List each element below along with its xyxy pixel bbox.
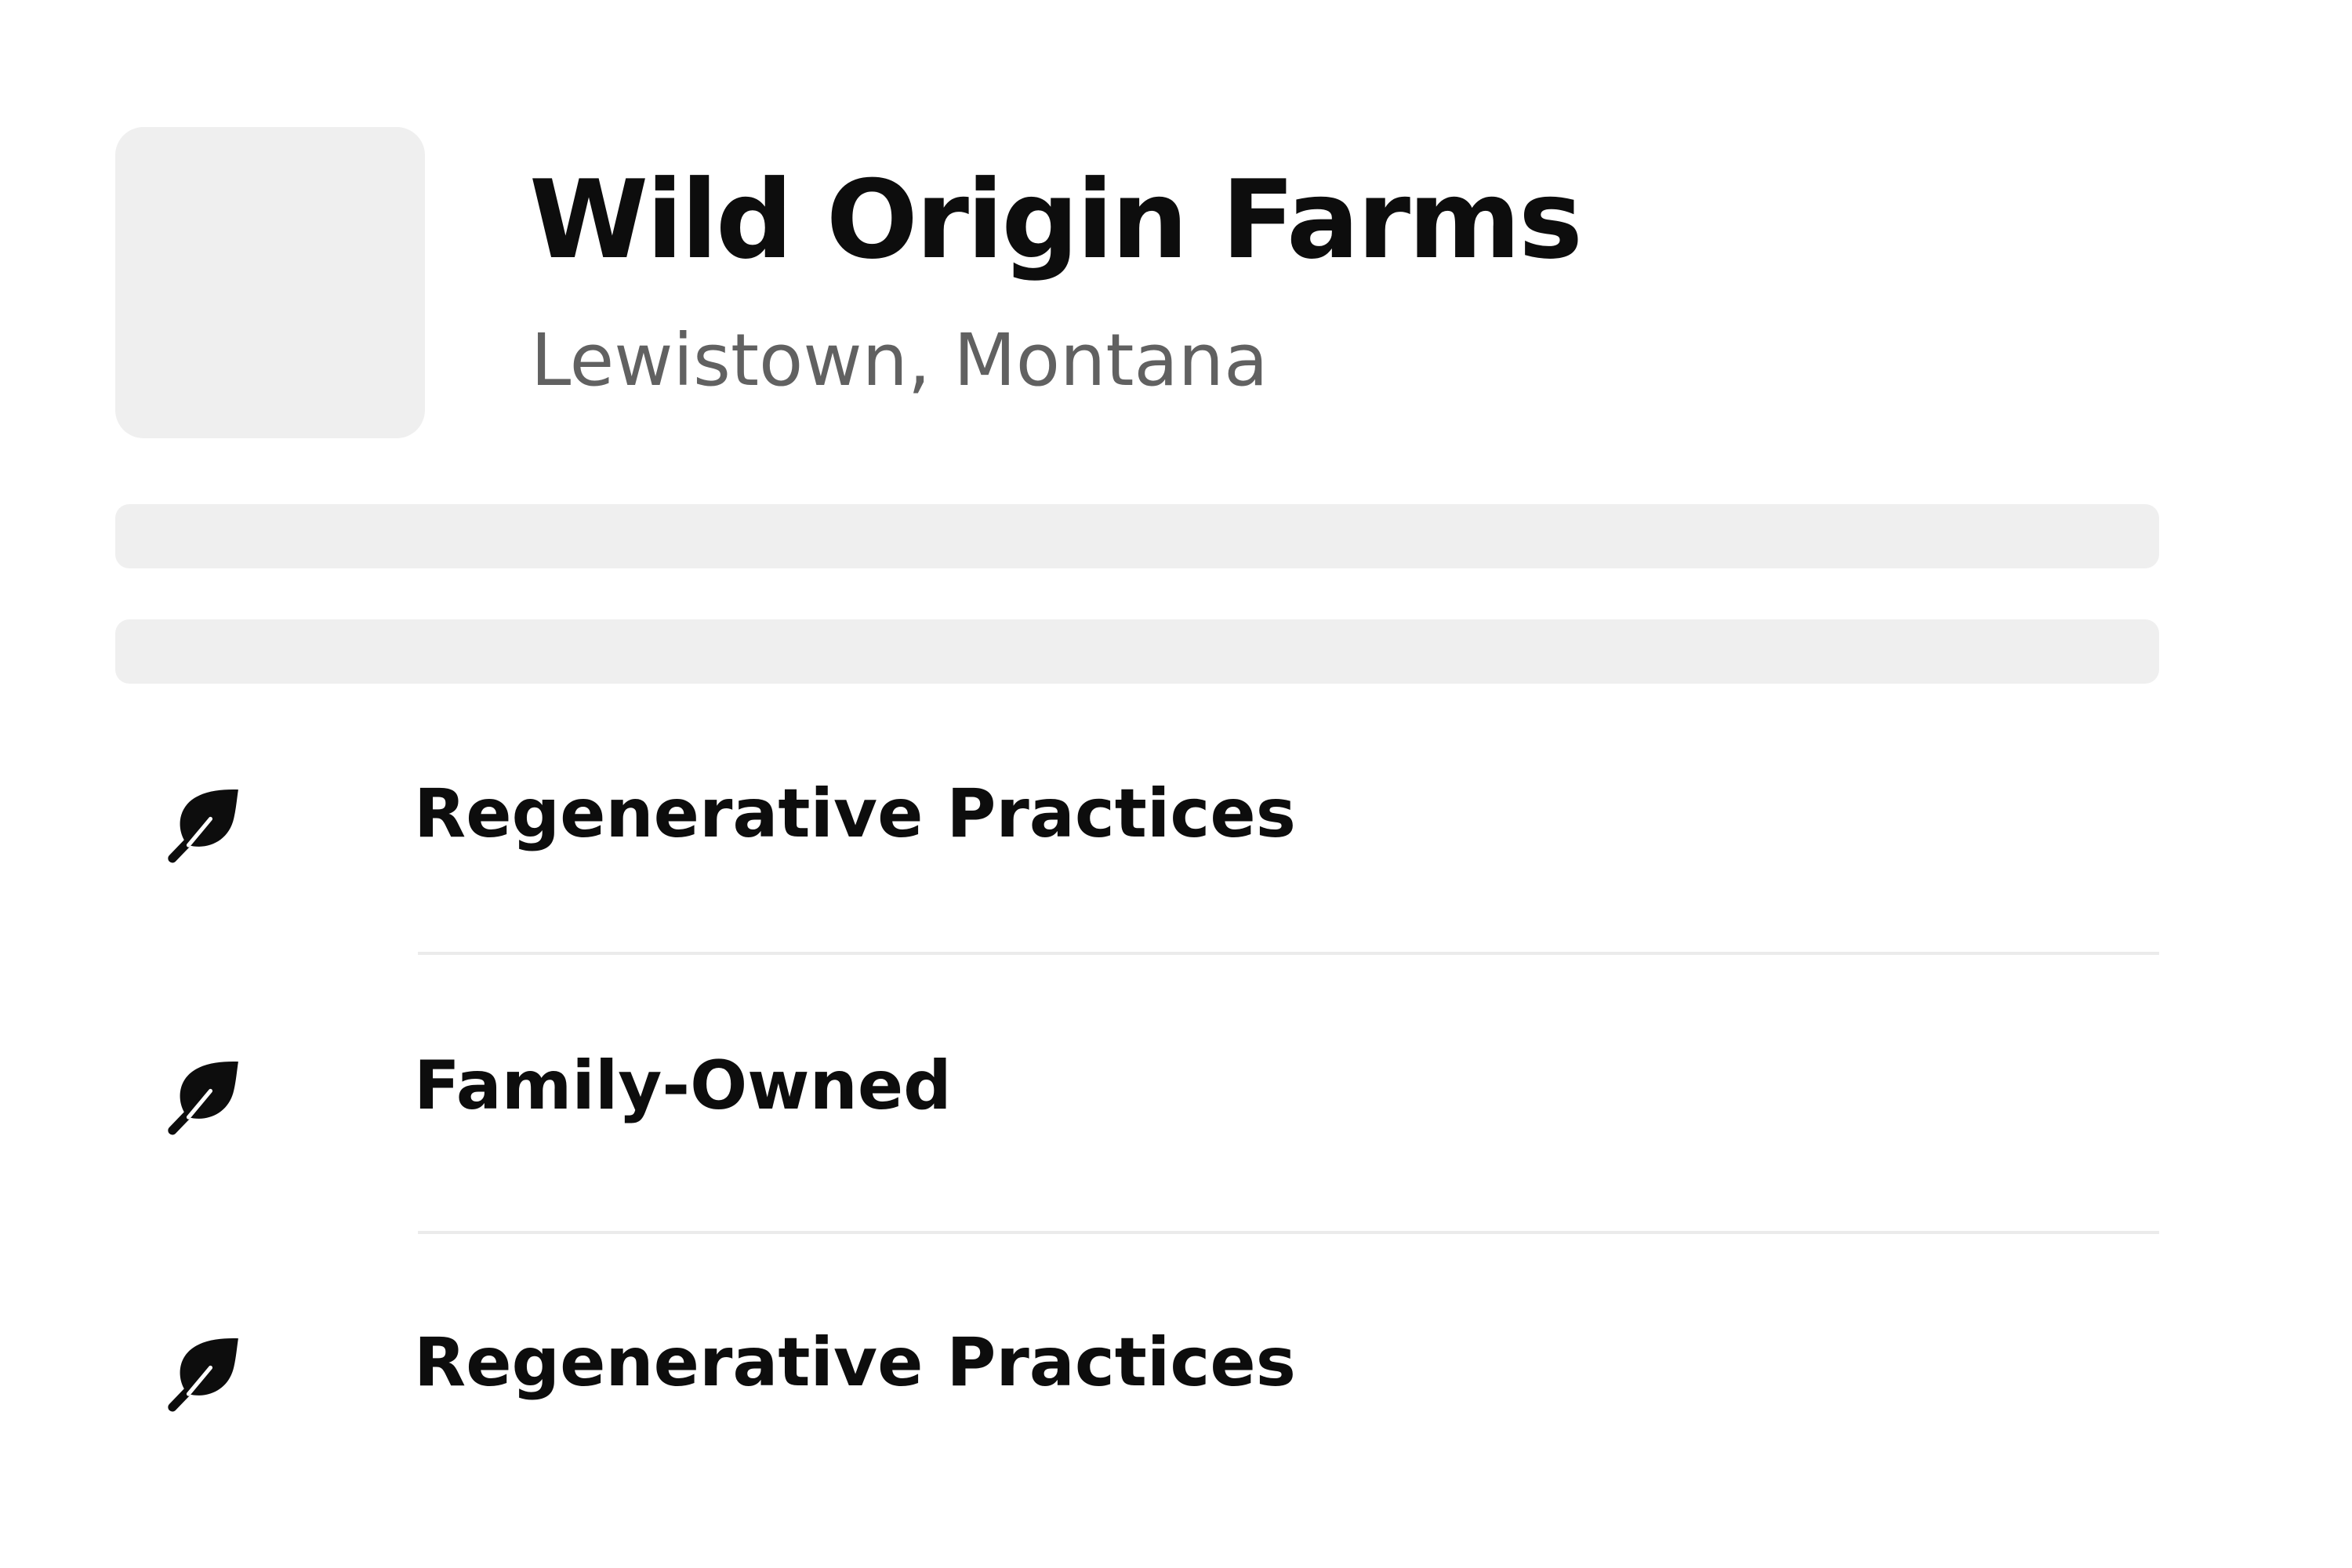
- leaf-icon: [161, 1052, 249, 1140]
- feature-label: Regenerative Practices: [414, 775, 1296, 853]
- feature-item-family-owned: Family-Owned: [115, 1014, 2159, 1171]
- feature-list: Regenerative Practices Family-Owned Rege…: [0, 0, 2352, 1568]
- leaf-icon: [161, 1329, 249, 1417]
- feature-item-regenerative-practices: Regenerative Practices: [115, 742, 2159, 899]
- leaf-icon: [161, 780, 249, 868]
- feature-label: Regenerative Practices: [414, 1323, 1296, 1402]
- farm-profile-card: Wild Origin Farms Lewistown, Montana Reg…: [0, 0, 2352, 1568]
- feature-label: Family-Owned: [414, 1047, 952, 1125]
- divider: [418, 1231, 2159, 1234]
- feature-item-regenerative-practices: Regenerative Practices: [115, 1291, 2159, 1448]
- divider: [418, 952, 2159, 955]
